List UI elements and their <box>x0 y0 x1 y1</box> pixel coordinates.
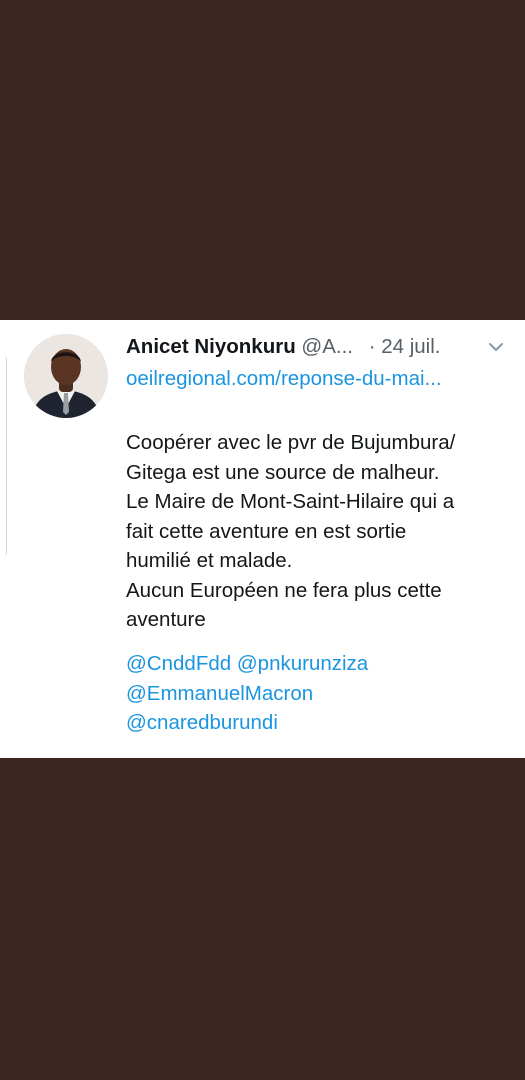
mention-link-cnaredburundi[interactable]: @cnaredburundi <box>126 711 278 734</box>
mention-link-pnkurunziza[interactable]: @pnkurunziza <box>237 652 368 675</box>
body-line: humilié et malade. <box>126 549 293 572</box>
body-line: Gitega est une source de malheur. <box>126 460 440 484</box>
avatar[interactable] <box>24 334 108 418</box>
body-line: aventure <box>126 608 206 631</box>
body-line: Aucun Européen ne fera plus cette <box>126 578 442 602</box>
mention-link-cnddfdd[interactable]: @CnddFdd <box>126 652 231 675</box>
author-handle[interactable]: @A... <box>301 335 353 358</box>
tweet-date[interactable]: · 24 juil. <box>369 335 441 358</box>
author-name[interactable]: Anicet Niyonkuru <box>126 335 296 358</box>
tweet-header: Anicet Niyonkuru @A... · 24 juil. <box>126 332 507 362</box>
screen-edge-handle <box>0 356 7 556</box>
body-line: fait cette aventure en est sortie <box>126 519 407 543</box>
article-link[interactable]: oeilregional.com/reponse-du-mai... <box>126 364 442 394</box>
body-line: Coopérer avec le pvr de Bujumbura/ <box>126 431 456 454</box>
body-line: Le Maire de Mont-Saint-Hilaire qui a <box>126 490 455 513</box>
tweet-mentions: @CnddFdd @pnkurunziza @EmmanuelMacron @c… <box>126 649 511 738</box>
tweet-body: Coopérer avec le pvr de Bujumbura/ Giteg… <box>126 428 511 635</box>
tweet-card[interactable]: Anicet Niyonkuru @A... · 24 juil. oeilre… <box>0 320 525 758</box>
mention-link-emmanuelmacron[interactable]: @EmmanuelMacron <box>126 682 313 705</box>
profile-photo <box>24 334 108 418</box>
chevron-down-icon[interactable] <box>485 336 507 358</box>
